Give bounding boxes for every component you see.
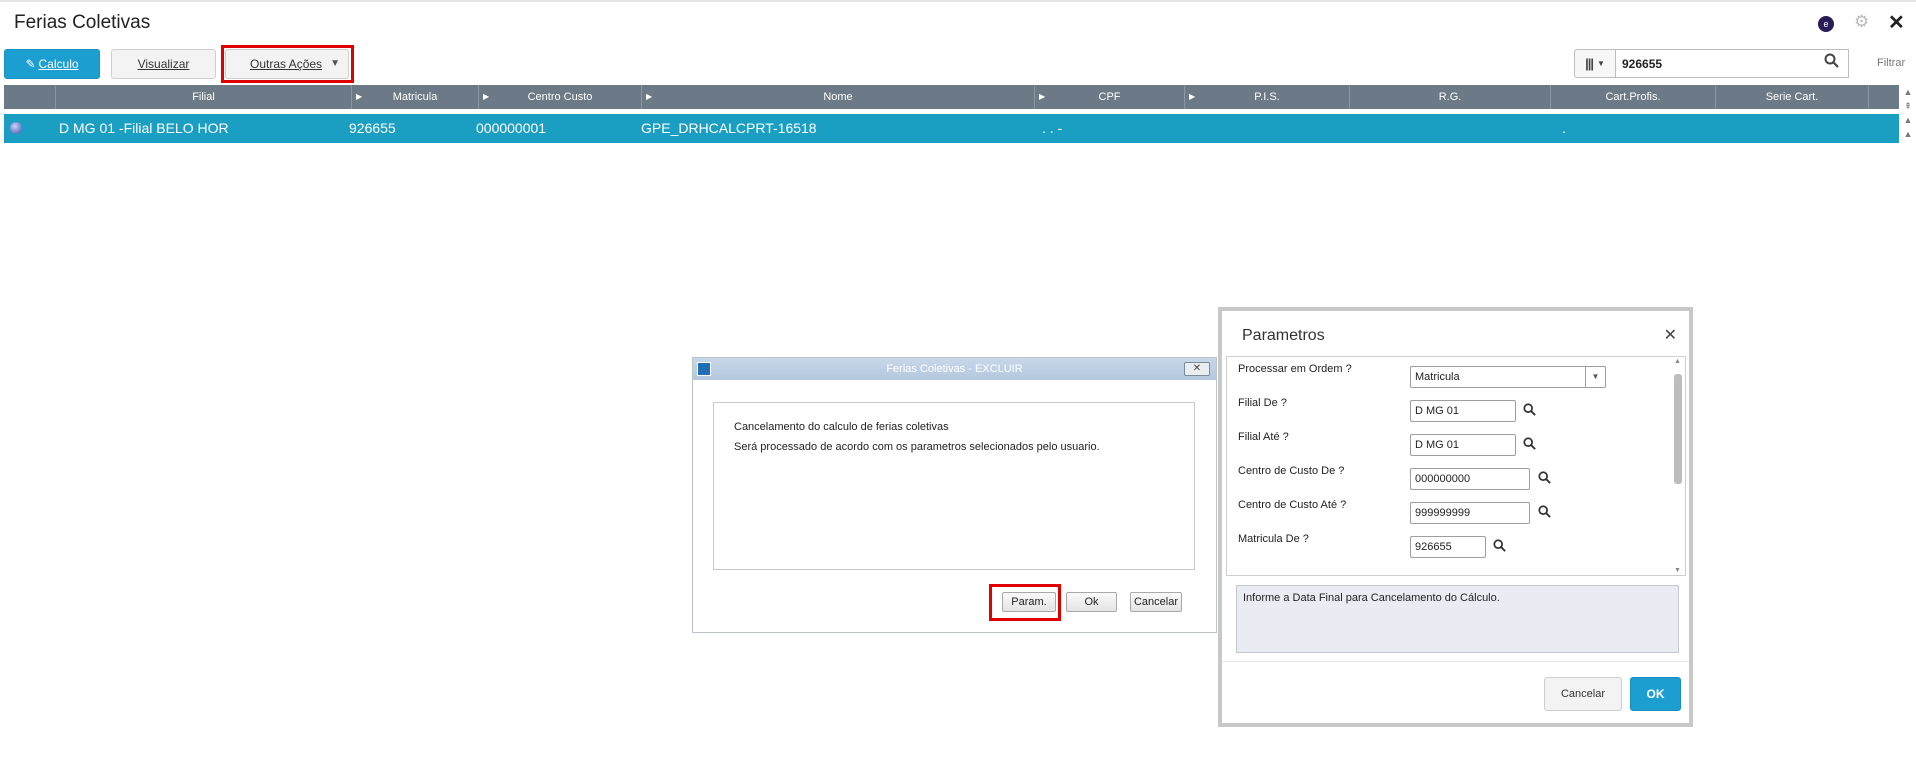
column-header-label: Matricula [392,91,438,103]
cell-matricula: 926655 [349,120,396,136]
cell-centro-custo: 000000001 [476,120,547,136]
sort-arrow-icon: ▶ [356,92,363,101]
outras-acoes-button[interactable]: Outras Ações ▼ [225,49,349,79]
ordem-value: Matricula [1415,371,1460,383]
filial-de-field[interactable]: D MG 01 [1410,400,1516,422]
view-switch-button[interactable]: ||| ▼ [1574,49,1616,78]
column-header-label: Centro Custo [527,91,593,103]
visualizar-label: Visualizar [137,57,190,71]
param-button[interactable]: Param. [1002,592,1056,612]
sort-arrow-icon: ▶ [483,92,490,101]
close-icon[interactable]: ✕ [1888,10,1905,35]
message-line-2: Será processado de acordo com os paramet… [734,441,1100,453]
table-row[interactable]: D MG 01 -Filial BELO HOR 926655 00000000… [4,114,1899,143]
column-header-cpf[interactable]: ▶ CPF [1035,85,1185,109]
filial-ate-field[interactable]: D MG 01 [1410,434,1516,456]
search-icon[interactable] [1824,53,1839,72]
ok-button[interactable]: Ok [1066,592,1117,612]
search-icon[interactable] [1538,471,1551,487]
param-label-filial-de: Filial De ? [1238,397,1287,409]
grid-scrollbar[interactable]: ▲ ⇞ ▲ ▲ [1900,85,1916,145]
dialog-title: Parametros [1242,327,1325,344]
calculo-label: Calculo [38,57,79,71]
centro-custo-ate-field[interactable]: 999999999 [1410,502,1530,524]
calculo-button[interactable]: ✎ Calculo [4,49,100,79]
search-icon[interactable] [1493,539,1506,555]
param-label-cc-de: Centro de Custo De ? [1238,465,1345,477]
dialog-footer-divider [1222,661,1689,662]
cell-filial: D MG 01 -Filial BELO HOR [59,120,229,136]
row-status-icon [10,122,22,134]
ferias-excluir-dialog: Ferias Coletivas - EXCLUIR ✕ Cancelament… [692,357,1217,633]
chevron-down-icon: ▼ [1585,367,1605,387]
close-icon[interactable]: ✕ [1664,325,1677,345]
search-input[interactable] [1615,49,1849,78]
close-icon[interactable]: ✕ [1184,362,1210,376]
sort-arrow-icon: ▶ [646,92,653,101]
centro-custo-de-field[interactable]: 000000000 [1410,468,1530,490]
grid-header: Filial ▶ Matricula ▶ Centro Custo ▶ Nome ▶ C… [4,85,1899,109]
cancel-button[interactable]: Cancelar [1544,677,1622,711]
column-header-filial[interactable]: Filial [56,85,352,109]
search-icon[interactable] [1538,505,1551,521]
search-icon[interactable] [1523,437,1536,453]
column-header-centro-custo[interactable]: ▶ Centro Custo [479,85,642,109]
dialog-title-bar: Ferias Coletivas - EXCLUIR ✕ [693,358,1216,380]
parameter-list: Processar em Ordem ? Matricula ▼ Filial … [1226,356,1686,576]
param-label-ordem: Processar em Ordem ? [1238,363,1352,375]
sort-arrow-icon: ▶ [1189,92,1196,101]
param-label-matricula-de: Matricula De ? [1238,533,1309,545]
column-header-label: P.I.S. [1254,91,1280,103]
gear-icon[interactable]: ⚙ [1854,12,1869,32]
chevron-down-icon: ▼ [1597,59,1605,68]
column-header-pis[interactable]: ▶ P.I.S. [1185,85,1350,109]
help-text-box: Informe a Data Final para Cancelamento d… [1236,585,1679,653]
dialog-title: Ferias Coletivas - EXCLUIR [886,363,1023,375]
column-header-label: Nome [823,91,853,103]
message-line-1: Cancelamento do calculo de ferias coleti… [734,421,949,433]
outras-acoes-label: Outras Ações [250,57,323,71]
pencil-icon: ✎ [25,57,36,71]
column-header-nome[interactable]: ▶ Nome [642,85,1035,109]
column-header-serie-cart[interactable]: Serie Cart. [1716,85,1869,109]
top-border [0,0,1916,2]
cell-nome: GPE_DRHCALCPRT-16518 [641,120,817,136]
cell-cpf: . . - [1042,120,1063,136]
scroll-down-icon[interactable]: ▼ [1674,567,1681,574]
ordem-select[interactable]: Matricula ▼ [1410,366,1606,388]
matricula-de-field[interactable]: 926655 [1410,536,1486,558]
param-label-filial-ate: Filial Até ? [1238,431,1289,443]
search-icon[interactable] [1523,403,1536,419]
brand-logo-icon: e [1818,16,1834,32]
visualizar-button[interactable]: Visualizar [111,49,216,79]
ok-button[interactable]: OK [1630,677,1681,711]
cancel-button[interactable]: Cancelar [1130,592,1182,612]
scroll-up-icon[interactable]: ▲ [1674,358,1681,365]
parametros-dialog: Parametros ✕ Processar em Ordem ? Matric… [1218,307,1693,727]
column-header-rg[interactable]: R.G. [1350,85,1551,109]
param-scrollbar[interactable]: ▲ ▼ [1672,358,1684,574]
column-header-cart-profis[interactable]: Cart.Profis. [1551,85,1716,109]
filtrar-link[interactable]: Filtrar [1877,57,1905,69]
grid-header-select [4,85,56,109]
column-header-label: CPF [1098,91,1121,103]
columns-icon: ||| [1585,56,1594,71]
dropdown-arrow-icon: ▼ [330,58,340,69]
window-icon [697,362,711,376]
cell-cart-profis: . [1562,120,1566,136]
param-label-cc-ate: Centro de Custo Até ? [1238,499,1347,511]
dialog-message-box: Cancelamento do calculo de ferias coleti… [713,402,1195,570]
parametros-panel: Parametros ✕ Processar em Ordem ? Matric… [1222,311,1689,723]
page-title: Ferias Coletivas [14,12,151,33]
column-header-matricula[interactable]: ▶ Matricula [352,85,479,109]
sort-arrow-icon: ▶ [1039,92,1046,101]
scroll-thumb[interactable] [1674,374,1682,484]
